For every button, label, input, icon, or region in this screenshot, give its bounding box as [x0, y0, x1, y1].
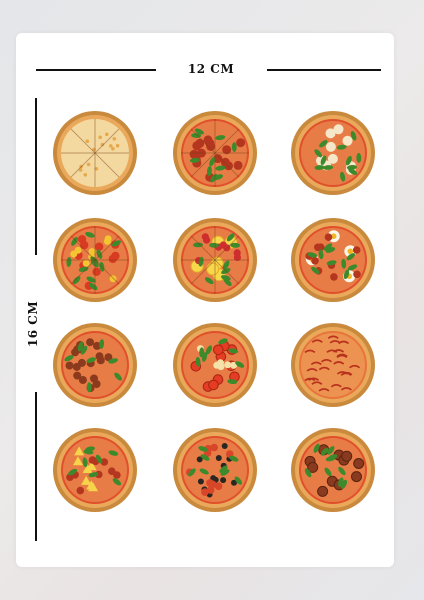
height-ruler-bottom-line [35, 392, 37, 541]
spicy-pizza-sticker [288, 320, 378, 410]
egg-pizza-sticker [288, 215, 378, 305]
olive-pizza-sticker [170, 425, 260, 515]
margherita-pizza-sticker [288, 108, 378, 198]
height-dimension-label: 16 CM [26, 300, 40, 348]
tomato-pizza-sticker [170, 320, 260, 410]
cheese-pizza-sticker [50, 108, 140, 198]
veggie-pizza-sticker [50, 215, 140, 305]
width-ruler-left-line [36, 69, 156, 71]
meatball-pizza-sticker [288, 425, 378, 515]
lemon-pizza-sticker [170, 215, 260, 305]
meat-pizza-sticker [50, 320, 140, 410]
width-dimension-label: 12 CM [187, 62, 235, 76]
pineapple-pizza-sticker [50, 425, 140, 515]
height-ruler-top-line [35, 98, 37, 255]
pepperoni-pizza-sticker [170, 108, 260, 198]
width-ruler-right-line [267, 69, 381, 71]
